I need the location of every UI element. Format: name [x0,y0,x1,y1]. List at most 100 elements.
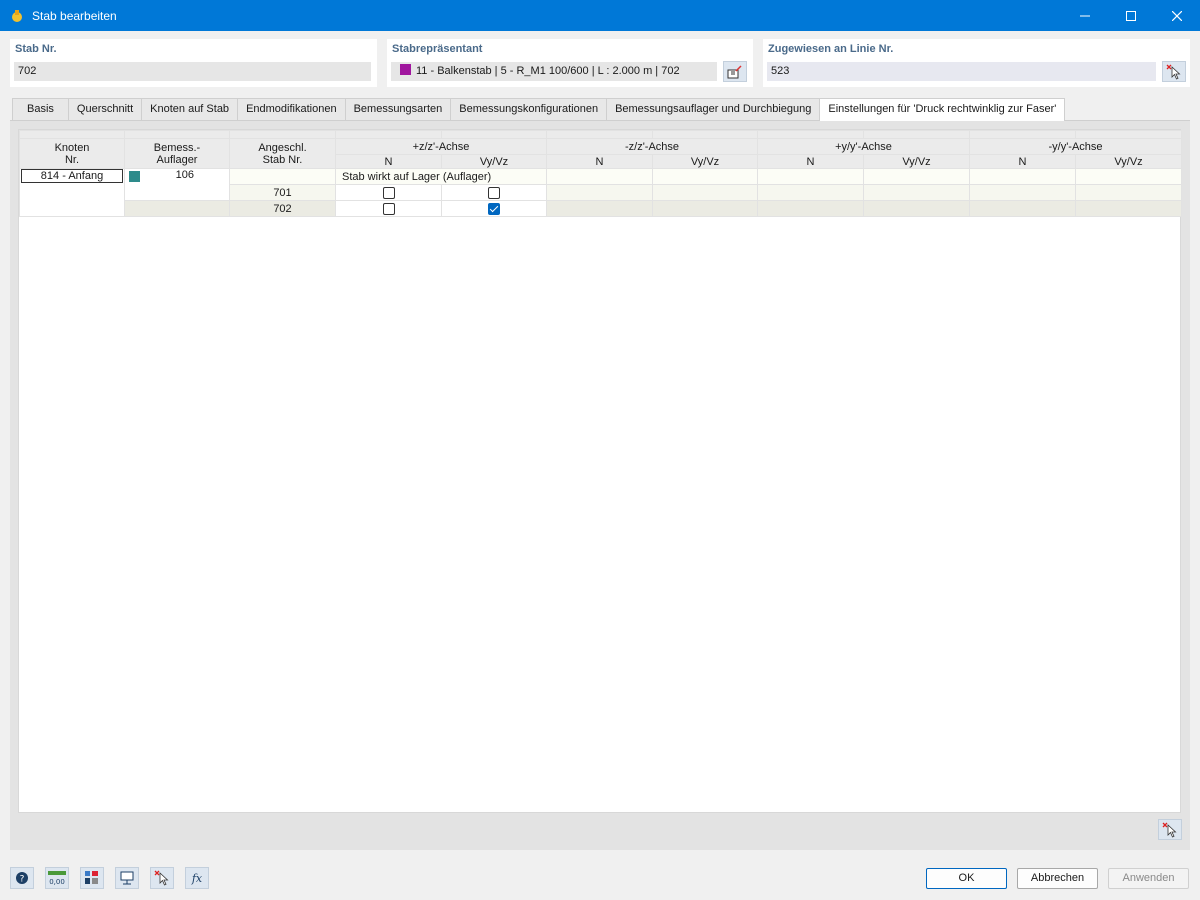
col-knoten-line1: Knoten [54,141,90,154]
maximize-icon [1126,10,1136,21]
tab-knoten-auf-stab[interactable]: Knoten auf Stab [141,98,239,120]
empty-cell [863,168,970,185]
col-bemess-line2: Auflager [156,153,198,166]
col-knoten: Knoten Nr. [19,138,125,169]
linie-label: Zugewiesen an Linie Nr. [768,43,894,55]
col-py-v: Vy/Vz [863,154,970,169]
svg-text:fx: fx [191,872,203,885]
linie-group: Zugewiesen an Linie Nr. 523 [763,39,1190,87]
settings-grid: Knoten Nr. Bemess.- Auflager Angeschl. S… [18,129,1182,813]
title-bar: Stab bearbeiten [0,0,1200,31]
col-pz-n: N [335,154,442,169]
pick-cursor-icon [1166,64,1181,80]
svg-text:0,00: 0,00 [49,878,65,886]
empty-cell [969,200,1076,217]
empty-cell [1075,200,1182,217]
group-plus-z: +z/z'-Achse [335,138,547,155]
empty-cell [757,168,864,185]
footer-toolbar: ? 0,00 fx [10,867,209,889]
cb-701-n-cell[interactable] [335,184,442,201]
close-button[interactable] [1154,0,1200,31]
stabrepraesentant-group: Stabrepräsentant 11 - Balkenstab | 5 - R… [387,39,753,87]
stabrepraesentant-value: 11 - Balkenstab | 5 - R_M1 100/600 | L :… [416,65,680,77]
table-row: 702 [20,200,1182,217]
linie-field[interactable]: 523 [767,62,1156,81]
stab-nr-field[interactable]: 702 [14,62,371,81]
empty-cell [546,168,653,185]
col-bemess-line1: Bemess.- [153,141,201,154]
col-pz-v: Vy/Vz [441,154,547,169]
minimize-icon [1080,15,1090,16]
knoten-value: 814 - Anfang [21,169,123,183]
units-icon[interactable]: 0,00 [45,867,69,889]
auflager-empty [124,200,230,217]
app-icon [10,9,24,23]
window-title: Stab bearbeiten [32,8,117,23]
close-icon [1172,10,1182,21]
empty-cell [1075,184,1182,201]
cb-701-v-cell[interactable] [441,184,547,201]
minimize-button[interactable] [1062,0,1108,31]
empty-cell [546,200,653,217]
maximize-button[interactable] [1108,0,1154,31]
empty-cell [1075,168,1182,185]
knoten-cell[interactable]: 814 - Anfang [19,168,125,217]
select-icon[interactable] [150,867,174,889]
help-icon[interactable]: ? [10,867,34,889]
tab-panel: Knoten Nr. Bemess.- Auflager Angeschl. S… [10,120,1190,850]
empty-cell [757,200,864,217]
checkbox-702-n[interactable] [382,202,395,215]
empty-cell [863,184,970,201]
col-angeschl-line2: Stab Nr. [262,153,303,166]
cb-702-n-cell[interactable] [335,200,442,217]
stabrepraesentant-label: Stabrepräsentant [392,43,483,55]
group-minus-y: -y/y'-Achse [969,138,1182,155]
stabrepraesentant-field[interactable]: 11 - Balkenstab | 5 - R_M1 100/600 | L :… [391,62,717,81]
empty-cell [652,168,758,185]
col-my-v: Vy/Vz [1075,154,1182,169]
view-icon[interactable] [115,867,139,889]
table-row: 814 - Anfang 106 Stab wirkt auf Lager (A… [19,168,1182,217]
formula-icon[interactable]: fx [185,867,209,889]
display-icon[interactable] [80,867,104,889]
auflager-value: 106 [175,169,194,181]
checkbox-701-v[interactable] [488,186,500,199]
svg-text:?: ? [20,875,25,885]
tab-basis[interactable]: Basis [12,98,69,120]
compression-table: Knoten Nr. Bemess.- Auflager Angeschl. S… [19,130,1182,217]
cancel-button[interactable]: Abbrechen [1017,868,1098,889]
col-angeschl-stab: Angeschl. Stab Nr. [229,138,336,169]
auflager-cell[interactable]: 106 [124,168,230,201]
stab-nr-group: Stab Nr. 702 [10,39,377,87]
empty-cell [546,184,653,201]
empty-cell [969,168,1076,185]
col-my-n: N [969,154,1076,169]
panel-pick-button[interactable] [1158,819,1182,840]
col-angeschl-line1: Angeschl. [258,141,307,154]
checkbox-702-v[interactable] [488,202,500,215]
ok-button[interactable]: OK [926,868,1007,889]
empty-cell [757,184,864,201]
pick-line-button[interactable] [1162,61,1186,82]
apply-button[interactable]: Anwenden [1108,868,1189,889]
tab-bemessungskonfigurationen[interactable]: Bemessungskonfigurationen [450,98,608,120]
tab-bar: Basis Querschnitt Knoten auf Stab Endmod… [12,98,1066,121]
col-knoten-line2: Nr. [64,153,80,166]
checkbox-701-n[interactable] [382,186,395,199]
tab-druck-rechtwinklig[interactable]: Einstellungen für 'Druck rechtwinklig zu… [819,98,1066,121]
tab-endmodifikationen[interactable]: Endmodifikationen [237,98,346,120]
tab-bemessungsauflager[interactable]: Bemessungsauflager und Durchbiegung [606,98,821,120]
empty-cell [652,200,758,217]
pick-cursor-icon [1162,822,1177,838]
tab-querschnitt[interactable]: Querschnitt [67,98,143,120]
empty-cell [652,184,758,201]
col-mz-v: Vy/Vz [652,154,758,169]
edit-representative-button[interactable] [723,61,747,82]
stab-nr-label: Stab Nr. [15,43,57,55]
stab-wirkt-note: Stab wirkt auf Lager (Auflager) [335,168,547,185]
tab-bemessungsarten[interactable]: Bemessungsarten [344,98,452,120]
stab-702-cell: 702 [229,200,336,217]
empty-cell [863,200,970,217]
cb-702-v-cell[interactable] [441,200,547,217]
col-bemess-auflager: Bemess.- Auflager [124,138,230,169]
